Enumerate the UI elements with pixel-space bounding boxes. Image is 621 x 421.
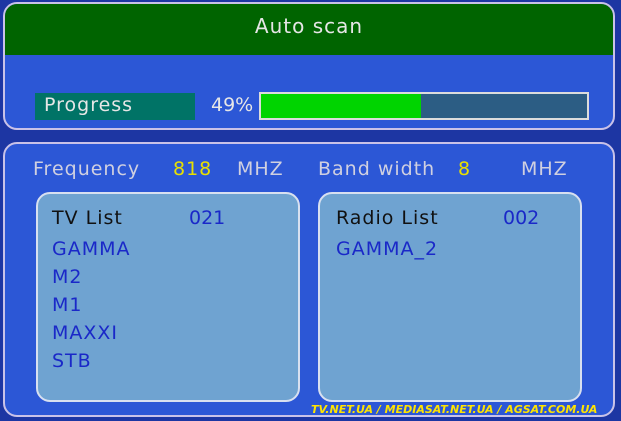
watermark-text: TV.NET.UA / MEDIASAT.NET.UA / AGSAT.COM.… <box>311 403 598 416</box>
radio-channel-list: GAMMA_2 <box>336 235 438 263</box>
frequency-unit: MHZ <box>237 158 284 180</box>
bandwidth-unit: MHZ <box>521 158 568 180</box>
frequency-label: Frequency <box>33 158 141 180</box>
radio-list-box: Radio List 002 GAMMA_2 <box>318 192 582 402</box>
tv-list-count: 021 <box>189 207 226 229</box>
radio-list-count: 002 <box>503 207 540 229</box>
progress-percent: 49% <box>211 94 254 116</box>
radio-list-header: Radio List <box>336 207 439 229</box>
tv-list-box: TV List 021 GAMMA M2 M1 MAXXI STB <box>36 192 300 402</box>
progress-bar <box>259 92 589 120</box>
progress-bar-fill <box>261 94 421 118</box>
bandwidth-value: 8 <box>458 158 472 180</box>
list-item: GAMMA <box>52 238 131 260</box>
progress-label-box: Progress <box>35 93 195 120</box>
scan-progress-panel: Auto scan Progress 49% <box>3 2 615 130</box>
frequency-value: 818 <box>173 158 213 180</box>
page-title: Auto scan <box>254 14 364 38</box>
scan-results-panel: Frequency 818 MHZ Band width 8 MHZ TV Li… <box>3 142 615 417</box>
list-item: GAMMA_2 <box>336 238 439 260</box>
auto-scan-screen: Auto scan Progress 49% Frequency 818 MHZ… <box>0 0 621 421</box>
list-item: M1 <box>52 294 83 316</box>
list-item: M2 <box>52 266 83 288</box>
progress-label: Progress <box>44 94 134 116</box>
tv-channel-list: GAMMA M2 M1 MAXXI STB <box>52 235 131 375</box>
list-item: STB <box>52 350 92 372</box>
bandwidth-label: Band width <box>318 158 436 180</box>
tv-list-header: TV List <box>52 207 123 229</box>
list-item: MAXXI <box>52 322 119 344</box>
title-bar: Auto scan <box>5 4 613 55</box>
